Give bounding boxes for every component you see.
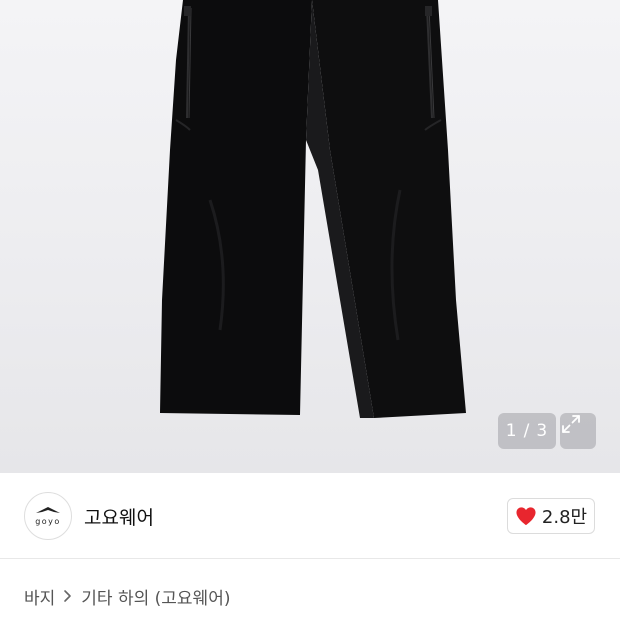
brand-name[interactable]: 고요웨어 <box>84 503 154 530</box>
like-button[interactable]: 2.8만 <box>507 498 595 534</box>
like-count: 2.8만 <box>541 507 588 528</box>
svg-text:goyo: goyo <box>35 517 61 526</box>
breadcrumb: 바지 기타 하의 (고요웨어) <box>24 584 230 609</box>
total-pages: 3 <box>536 421 549 441</box>
breadcrumb-subcategory[interactable]: 기타 하의 (고요웨어) <box>81 584 230 609</box>
page-separator: / <box>523 421 531 441</box>
chevron-right-icon <box>63 589 72 603</box>
brand-logo[interactable]: goyo <box>24 492 72 540</box>
expand-button[interactable] <box>560 413 596 449</box>
pants-photo <box>160 0 466 418</box>
product-image[interactable]: 1 / 3 <box>0 0 620 473</box>
heart-icon <box>516 507 536 526</box>
current-page: 1 <box>505 421 518 441</box>
image-counter: 1 / 3 <box>498 413 556 449</box>
brand-row: goyo 고요웨어 2.8만 <box>0 473 620 559</box>
brand-logo-mark: goyo <box>35 507 61 526</box>
expand-icon <box>562 415 580 433</box>
breadcrumb-category[interactable]: 바지 <box>24 584 55 609</box>
